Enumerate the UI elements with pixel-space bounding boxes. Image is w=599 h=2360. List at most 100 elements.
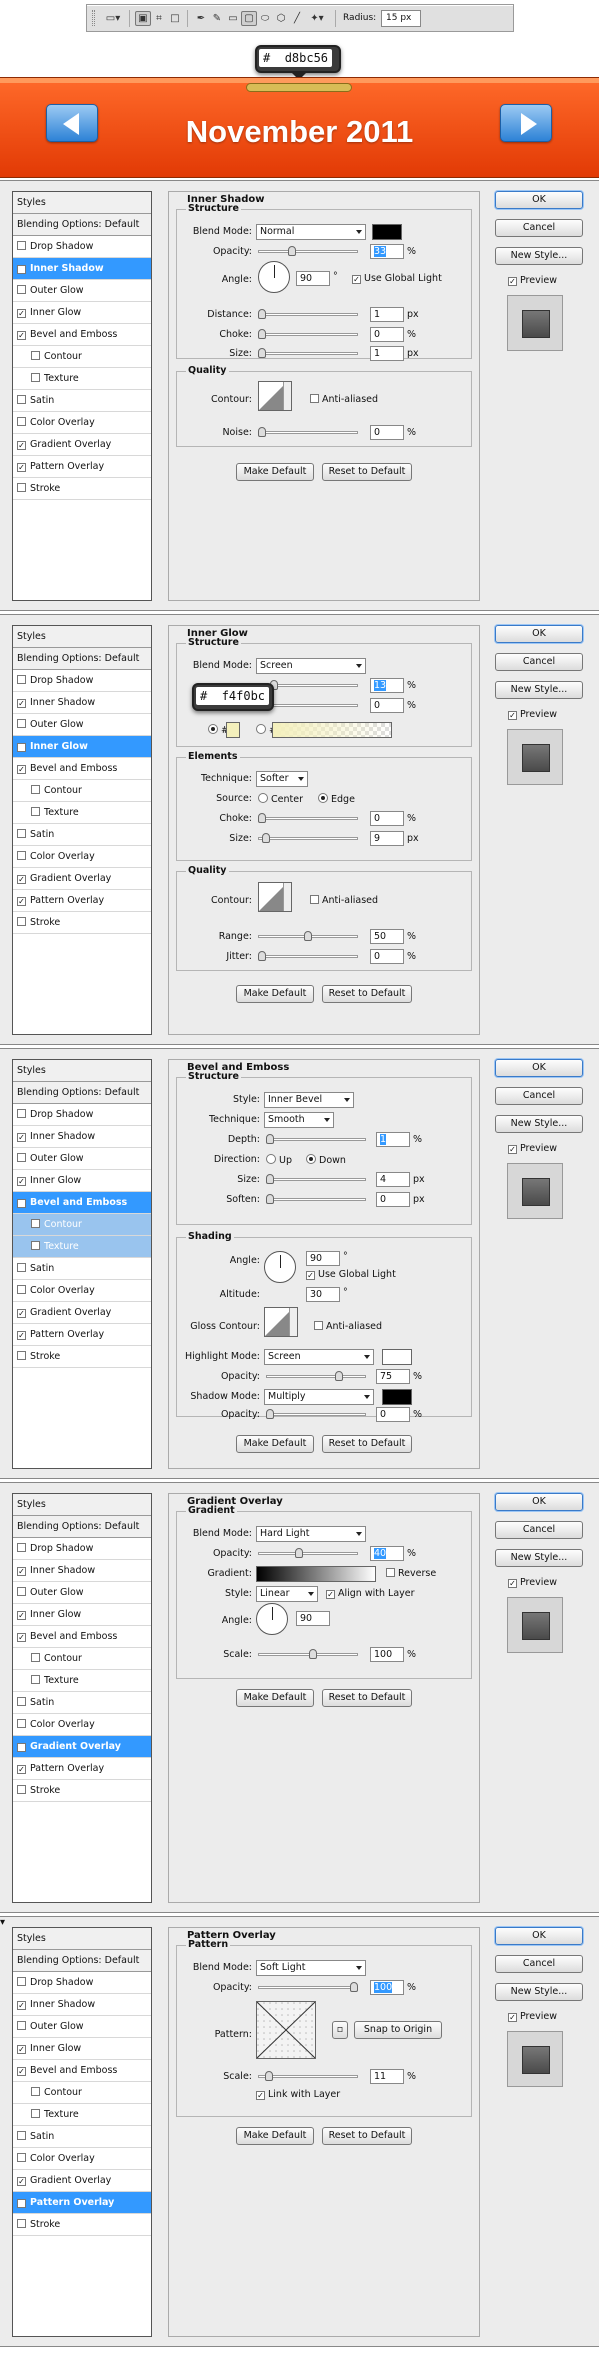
- fill-pixels-icon[interactable]: □: [167, 11, 183, 26]
- depth-slider[interactable]: [266, 1134, 366, 1144]
- new-preset-icon[interactable]: ▫: [332, 2021, 348, 2039]
- rounded-rectangle-icon[interactable]: ▢: [241, 11, 257, 26]
- polygon-icon[interactable]: ⬡: [273, 11, 289, 26]
- shape-layers-icon[interactable]: ▣: [135, 11, 151, 26]
- noise-input[interactable]: 0: [370, 698, 404, 713]
- checkbox-icon[interactable]: [17, 1697, 26, 1706]
- checkbox-icon[interactable]: [31, 1219, 40, 1228]
- checkbox-icon[interactable]: [17, 2219, 26, 2228]
- new-style-button[interactable]: New Style...: [495, 1549, 583, 1567]
- checkbox-icon[interactable]: ✓: [17, 743, 26, 752]
- opacity-slider[interactable]: [258, 1982, 358, 1992]
- choke-input[interactable]: 0: [370, 811, 404, 826]
- checkbox-icon[interactable]: [31, 1675, 40, 1684]
- checkbox-icon[interactable]: ✓: [17, 1765, 26, 1774]
- style-item-drop-shadow[interactable]: Drop Shadow: [13, 236, 151, 258]
- style-item-pattern-overlay[interactable]: ✓ Pattern Overlay: [13, 456, 151, 478]
- style-item-gradient-overlay[interactable]: ✓ Gradient Overlay: [13, 434, 151, 456]
- checkbox-icon[interactable]: [31, 351, 40, 360]
- next-month-button[interactable]: [500, 104, 552, 142]
- checkbox-icon[interactable]: [17, 675, 26, 684]
- style-item-inner-shadow[interactable]: ✓ Inner Shadow: [13, 1994, 151, 2016]
- checkbox-icon[interactable]: [31, 2109, 40, 2118]
- source-center[interactable]: Center: [258, 793, 303, 805]
- shadow-opacity-slider[interactable]: [266, 1409, 366, 1419]
- checkbox-icon[interactable]: ✓: [17, 2001, 26, 2010]
- ok-button[interactable]: OK: [495, 625, 583, 643]
- style-item-inner-shadow[interactable]: ✓ Inner Shadow: [13, 1126, 151, 1148]
- custom-shape-icon[interactable]: ✦▾: [305, 11, 329, 26]
- slider-thumb[interactable]: [335, 1371, 343, 1381]
- slider-thumb[interactable]: [258, 813, 266, 823]
- style-item-contour[interactable]: Contour: [13, 346, 151, 368]
- style-item-drop-shadow[interactable]: Drop Shadow: [13, 1538, 151, 1560]
- checkbox-icon[interactable]: [17, 2153, 26, 2162]
- depth-input[interactable]: 1: [376, 1132, 410, 1147]
- style-item-contour[interactable]: Contour: [13, 2082, 151, 2104]
- checkbox-icon[interactable]: [17, 285, 26, 294]
- style-item-gradient-overlay[interactable]: ✓ Gradient Overlay: [13, 2170, 151, 2192]
- checkbox-icon[interactable]: [17, 917, 26, 926]
- slider-thumb[interactable]: [309, 1649, 317, 1659]
- altitude-input[interactable]: 30: [306, 1287, 340, 1302]
- slider-thumb[interactable]: [258, 427, 266, 437]
- style-item-contour[interactable]: Contour: [13, 1214, 151, 1236]
- checkbox-icon[interactable]: [17, 1153, 26, 1162]
- checkbox-icon[interactable]: ✓: [17, 2067, 26, 2076]
- slider-thumb[interactable]: [258, 329, 266, 339]
- checkbox-icon[interactable]: ✓: [17, 875, 26, 884]
- checkbox-icon[interactable]: ✓: [17, 1743, 26, 1752]
- slider-thumb[interactable]: [262, 833, 270, 843]
- make-default-button[interactable]: Make Default: [236, 1435, 314, 1453]
- checkbox-icon[interactable]: [17, 395, 26, 404]
- preview-checkbox[interactable]: ✓ Preview: [508, 709, 557, 720]
- style-item-pattern-overlay[interactable]: ✓ Pattern Overlay: [13, 890, 151, 912]
- preview-checkbox[interactable]: ✓ Preview: [508, 275, 557, 286]
- checkbox-icon[interactable]: [17, 1109, 26, 1118]
- checkbox-icon[interactable]: [17, 1785, 26, 1794]
- blending-options[interactable]: Blending Options: Default: [13, 1950, 151, 1972]
- checkbox-icon[interactable]: [17, 417, 26, 426]
- checkbox-icon[interactable]: [31, 2087, 40, 2096]
- styles-header[interactable]: Styles: [13, 1060, 151, 1082]
- distance-slider[interactable]: [258, 309, 358, 319]
- checkbox-icon[interactable]: [31, 807, 40, 816]
- gloss-contour-picker[interactable]: [264, 1307, 298, 1337]
- freeform-pen-icon[interactable]: ✎: [209, 11, 225, 26]
- slider-thumb[interactable]: [258, 951, 266, 961]
- new-style-button[interactable]: New Style...: [495, 681, 583, 699]
- scale-slider[interactable]: [258, 1649, 358, 1659]
- style-item-outer-glow[interactable]: Outer Glow: [13, 714, 151, 736]
- anti-aliased[interactable]: Anti-aliased: [310, 895, 378, 906]
- checkbox-icon[interactable]: [17, 829, 26, 838]
- shadow-color-swatch[interactable]: [382, 1389, 412, 1405]
- style-item-texture[interactable]: Texture: [13, 368, 151, 390]
- slider-thumb[interactable]: [258, 348, 266, 358]
- highlight-opacity-slider[interactable]: [266, 1371, 366, 1381]
- slider-thumb[interactable]: [350, 1982, 358, 1992]
- contour-picker[interactable]: [258, 882, 292, 912]
- glow-gradient-picker[interactable]: [272, 722, 392, 738]
- bevel-technique-select[interactable]: Smooth: [264, 1112, 334, 1128]
- rectangle-icon[interactable]: ▭: [225, 11, 241, 26]
- style-item-inner-glow[interactable]: ✓ Inner Glow: [13, 1170, 151, 1192]
- cancel-button[interactable]: Cancel: [495, 653, 583, 671]
- checkbox-icon[interactable]: ✓: [17, 1177, 26, 1186]
- checkbox-icon[interactable]: ✓: [17, 331, 26, 340]
- style-item-stroke[interactable]: Stroke: [13, 1346, 151, 1368]
- make-default-button[interactable]: Make Default: [236, 2127, 314, 2145]
- checkbox-icon[interactable]: ✓: [17, 1199, 26, 1208]
- slider-thumb[interactable]: [266, 1194, 274, 1204]
- preview-checkbox[interactable]: ✓ Preview: [508, 1143, 557, 1154]
- style-item-inner-glow[interactable]: ✓ Inner Glow: [13, 302, 151, 324]
- style-item-bevel-and-emboss[interactable]: ✓ Bevel and Emboss: [13, 1626, 151, 1648]
- scale-input[interactable]: 100: [370, 1647, 404, 1662]
- style-item-texture[interactable]: Texture: [13, 2104, 151, 2126]
- size-input[interactable]: 9: [370, 831, 404, 846]
- distance-input[interactable]: 1: [370, 307, 404, 322]
- direction-up[interactable]: Up: [266, 1154, 292, 1166]
- soften-slider[interactable]: [266, 1194, 366, 1204]
- checkbox-icon[interactable]: [17, 1543, 26, 1552]
- style-item-contour[interactable]: Contour: [13, 780, 151, 802]
- rounded-rect-preset-icon[interactable]: ▭▾: [101, 11, 125, 26]
